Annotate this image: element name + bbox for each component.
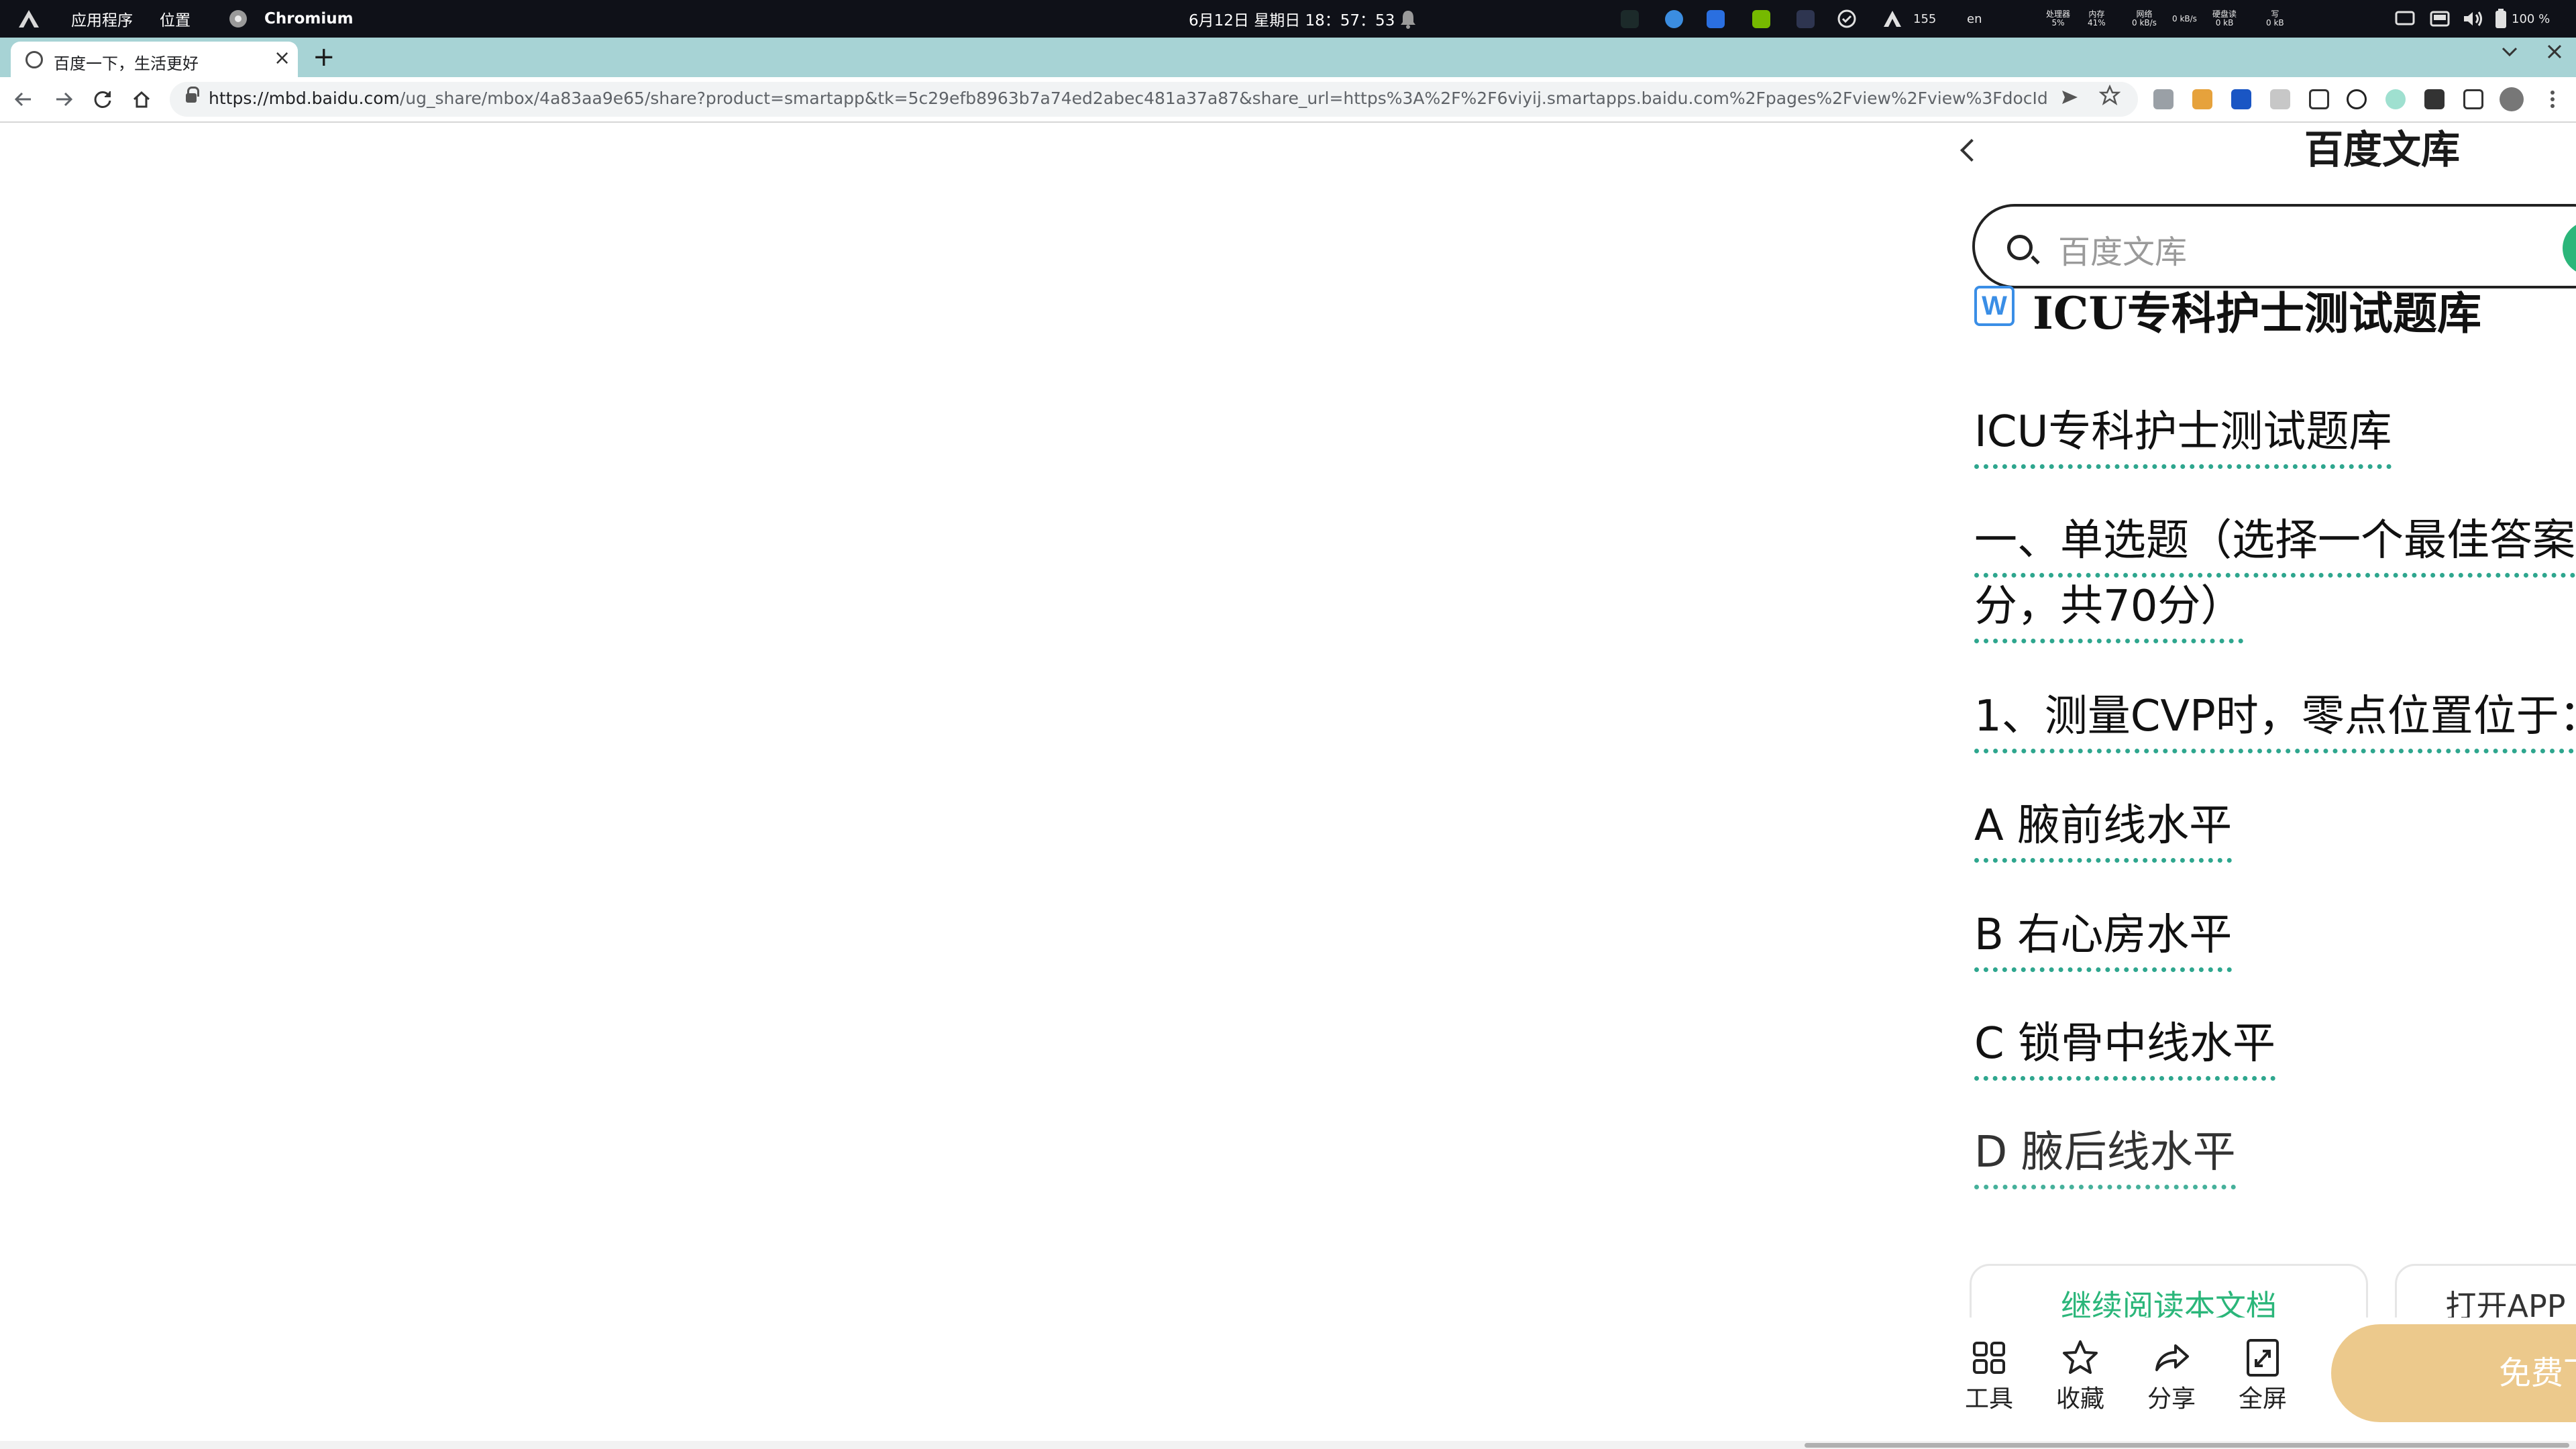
applications-menu[interactable]: 应用程序 xyxy=(71,0,133,38)
free-download-button[interactable]: 免费下 xyxy=(2331,1324,2576,1422)
screen-icon[interactable] xyxy=(2395,0,2415,38)
address-bar[interactable]: https://mbd.baidu.com/ug_share/mbox/4a83… xyxy=(170,82,2138,117)
tiktok-icon[interactable] xyxy=(1707,10,1725,28)
check-circle-icon[interactable] xyxy=(1837,0,1857,38)
battery-percent: 100 % xyxy=(2512,11,2551,26)
memory-monitor: 内存 41% xyxy=(2088,9,2106,28)
scrollbar-thumb[interactable] xyxy=(1805,1443,2569,1448)
star-icon xyxy=(2063,1340,2098,1374)
side-panel-icon[interactable] xyxy=(2463,89,2483,109)
url-text[interactable]: https://mbd.baidu.com/ug_share/mbox/4a83… xyxy=(209,89,2047,108)
activities-icon[interactable] xyxy=(17,0,40,38)
fullscreen-button[interactable]: 全屏 xyxy=(2226,1338,2300,1414)
word-doc-icon: W xyxy=(1974,286,2015,326)
extension-cc-icon[interactable] xyxy=(2153,89,2174,109)
extension-cloud-icon[interactable] xyxy=(2270,89,2290,109)
grid-icon xyxy=(1973,1342,2005,1374)
expand-icon xyxy=(2247,1339,2279,1377)
profile-avatar[interactable] xyxy=(2500,87,2524,111)
extension-download-icon[interactable] xyxy=(2192,89,2212,109)
extensions-puzzle-icon[interactable] xyxy=(2424,89,2445,109)
search-placeholder: 百度文库 xyxy=(2058,233,2188,271)
extension-bitwarden-icon[interactable] xyxy=(2231,89,2251,109)
favorite-label: 收藏 xyxy=(2055,1385,2104,1413)
send-to-device-icon[interactable] xyxy=(2060,88,2079,111)
tab-baidu[interactable]: 百度一下，生活更好 × xyxy=(11,42,298,77)
document-title: ICU专科护士测试题库 xyxy=(2033,287,2481,339)
new-tab-button[interactable]: + xyxy=(313,39,335,75)
volume-icon[interactable] xyxy=(2462,0,2485,38)
doc-line: A 腋前线水平 xyxy=(1974,798,2233,863)
active-app-menu[interactable]: Chromium xyxy=(264,0,354,38)
browser-toolbar: https://mbd.baidu.com/ug_share/mbox/4a83… xyxy=(0,77,2576,123)
tab-close-button[interactable]: × xyxy=(274,46,290,70)
window-icon[interactable] xyxy=(2430,0,2450,38)
forward-button[interactable] xyxy=(54,84,74,117)
telegram-icon[interactable] xyxy=(1665,10,1683,28)
search-input[interactable]: 百度文库 xyxy=(1972,204,2576,288)
clock[interactable]: 6月12日 星期日 18：57：53 xyxy=(1189,0,1395,38)
notification-bell-icon xyxy=(1399,0,1417,38)
extension-block-icon[interactable] xyxy=(2347,89,2367,109)
bookmark-star-icon[interactable] xyxy=(2098,84,2121,111)
favorite-button[interactable]: 收藏 xyxy=(2043,1338,2117,1414)
tools-button[interactable]: 工具 xyxy=(1952,1338,2026,1414)
tab-search-chevron-icon[interactable] xyxy=(2500,43,2520,63)
tab-title: 百度一下，生活更好 xyxy=(54,54,199,73)
web-page-content: 百度文库 百度文库 W ICU专科护士测试题库 ICU专科护士测试题库 一、单选… xyxy=(0,123,2576,1449)
doc-line: 分，共70分） xyxy=(1974,578,2244,643)
doc-line: 1、测量CVP时，零点位置位于： xyxy=(1974,688,2576,753)
lock-icon[interactable] xyxy=(186,87,199,105)
doc-line: 一、单选题（选择一个最佳答案 xyxy=(1974,513,2575,578)
tab-favicon-icon xyxy=(25,51,43,68)
search-icon xyxy=(2007,235,2033,260)
network-speed: 155 xyxy=(1913,11,1937,26)
share-button[interactable]: 分享 xyxy=(2135,1338,2208,1414)
back-arrow-icon[interactable] xyxy=(1960,139,1983,162)
extension-pip-icon[interactable] xyxy=(2309,89,2329,109)
network-tool-icon[interactable] xyxy=(1796,10,1815,28)
reload-button[interactable] xyxy=(93,84,113,117)
input-method[interactable]: en xyxy=(1967,0,1982,38)
battery-icon[interactable] xyxy=(2494,0,2508,38)
places-menu[interactable]: 位置 xyxy=(160,0,191,38)
tools-label: 工具 xyxy=(1964,1385,2013,1413)
cpu-monitor: 处理器 5% xyxy=(2046,9,2071,28)
share-icon xyxy=(2155,1344,2189,1371)
doc-line: B 右心房水平 xyxy=(1974,907,2233,972)
doc-line: C 锁骨中线水平 xyxy=(1974,1016,2276,1081)
doc-line: ICU专科护士测试题库 xyxy=(1974,404,2392,469)
site-title: 百度文库 xyxy=(2304,127,2461,172)
chromium-app-icon xyxy=(228,0,248,38)
speed-icon xyxy=(1882,0,1902,38)
back-button[interactable] xyxy=(13,84,34,117)
network-monitor: 网络 0 kB/s xyxy=(2132,9,2157,28)
share-label: 分享 xyxy=(2147,1385,2196,1413)
nvidia-icon[interactable] xyxy=(1752,10,1770,28)
browser-menu-kebab-icon[interactable] xyxy=(2542,89,2563,109)
network-down: 0 kB/s xyxy=(2172,13,2197,23)
disk-read-monitor: 硬盘读 0 kB xyxy=(2212,9,2237,28)
browser-tab-strip: 百度一下，生活更好 × xyxy=(0,38,2576,77)
system-top-bar: 应用程序 位置 Chromium 6月12日 星期日 18：57：53 155 … xyxy=(0,0,2576,38)
window-close-icon[interactable] xyxy=(2545,40,2564,67)
horizontal-scrollbar[interactable] xyxy=(0,1441,2576,1449)
home-button[interactable] xyxy=(131,84,152,117)
tray-app-icon[interactable] xyxy=(1621,10,1639,28)
fullscreen-label: 全屏 xyxy=(2238,1385,2287,1413)
extension-green-dot-icon[interactable] xyxy=(2385,89,2406,109)
mobile-doc-view: 百度文库 百度文库 W ICU专科护士测试题库 ICU专科护士测试题库 一、单选… xyxy=(1932,123,2576,1449)
disk-write-monitor: 写0 kB xyxy=(2266,9,2284,28)
bottom-action-bar: 工具 收藏 分享 全屏 免费下 xyxy=(1932,1318,2576,1449)
